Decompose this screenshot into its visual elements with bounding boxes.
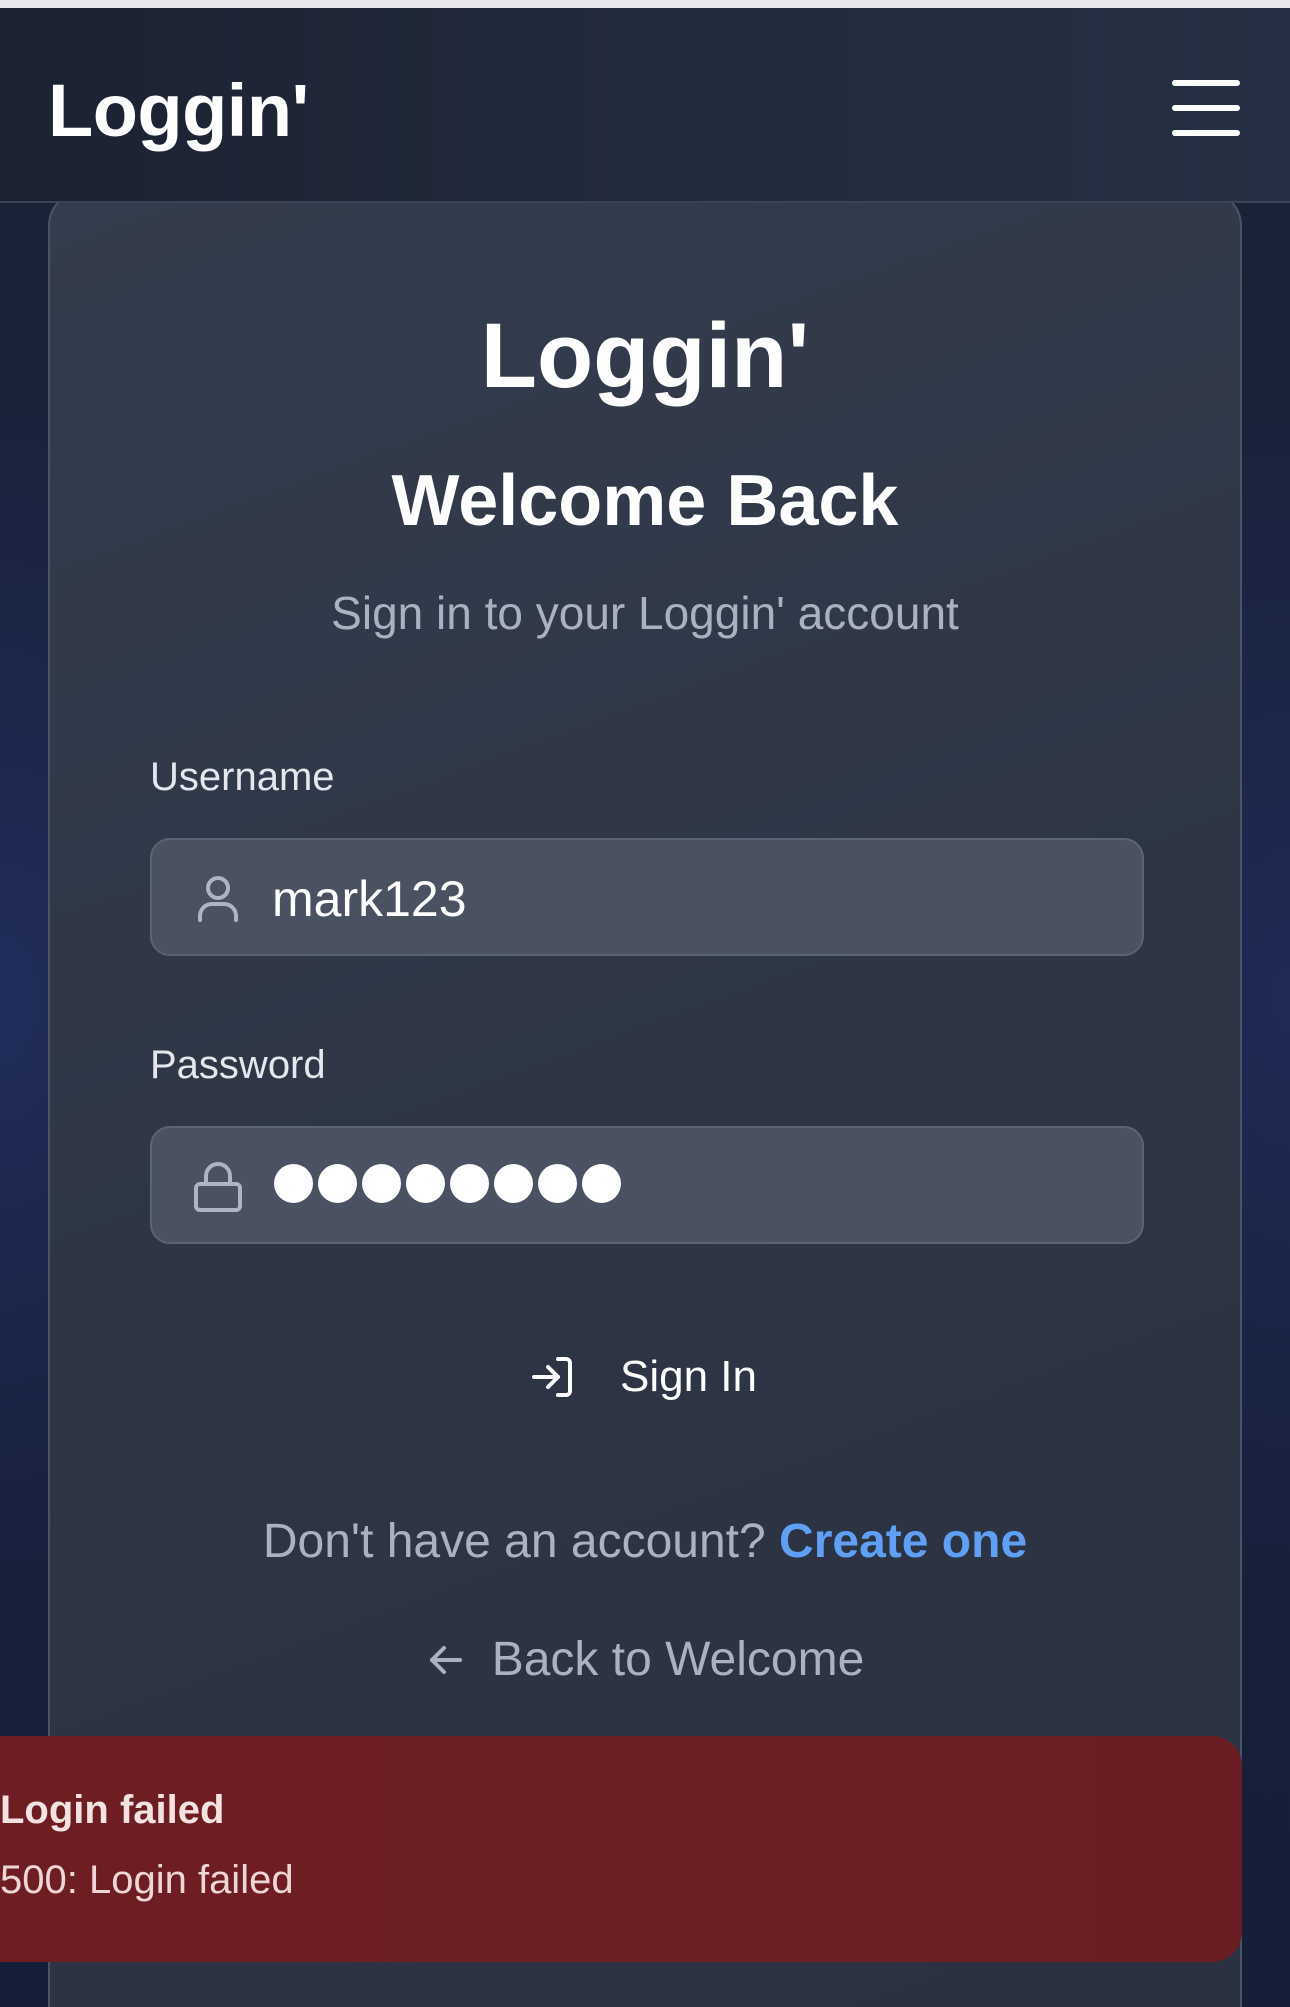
user-icon: [198, 876, 238, 922]
lock-icon: [194, 1162, 242, 1212]
sign-in-label: Sign In: [620, 1352, 757, 1401]
username-field[interactable]: mark123: [150, 838, 1144, 956]
sign-in-icon: [532, 1357, 572, 1397]
back-to-welcome-link[interactable]: Back to Welcome: [50, 1632, 1240, 1687]
login-page: Loggin' Loggin' Welcome Back Sign in to …: [0, 0, 1290, 2007]
password-dot: [274, 1164, 313, 1203]
password-masked-value[interactable]: [274, 1164, 621, 1203]
create-account-link[interactable]: Create one: [779, 1515, 1027, 1568]
login-card: Loggin' Welcome Back Sign in to your Log…: [48, 190, 1242, 2007]
password-label: Password: [150, 1043, 326, 1087]
card-description: Sign in to your Loggin' account: [331, 587, 959, 639]
password-dot: [406, 1164, 445, 1203]
browser-top-edge: [0, 0, 1290, 8]
password-dot: [318, 1164, 357, 1203]
toast-message: 500: Login failed: [0, 1858, 294, 1902]
signup-prompt: Don't have an account? Create one: [50, 1514, 1240, 1569]
top-navbar: Loggin': [0, 8, 1290, 203]
password-dot: [494, 1164, 533, 1203]
password-dot: [538, 1164, 577, 1203]
hamburger-menu-icon[interactable]: [1172, 80, 1240, 136]
toast-title: Login failed: [0, 1788, 225, 1832]
navbar-brand[interactable]: Loggin': [48, 68, 309, 153]
username-value[interactable]: mark123: [272, 870, 467, 928]
error-toast[interactable]: Login failed 500: Login failed: [0, 1736, 1242, 1962]
welcome-heading: Welcome Back: [391, 461, 899, 541]
sign-in-button[interactable]: Sign In: [530, 1342, 757, 1412]
password-dot: [362, 1164, 401, 1203]
arrow-left-icon: [429, 1645, 462, 1674]
password-dot: [582, 1164, 621, 1203]
password-field[interactable]: [150, 1126, 1144, 1244]
username-label: Username: [150, 755, 335, 799]
card-title: Loggin': [480, 305, 810, 407]
back-to-welcome-label: Back to Welcome: [491, 1633, 865, 1686]
signup-prompt-text: Don't have an account?: [262, 1515, 766, 1568]
password-dot: [450, 1164, 489, 1203]
